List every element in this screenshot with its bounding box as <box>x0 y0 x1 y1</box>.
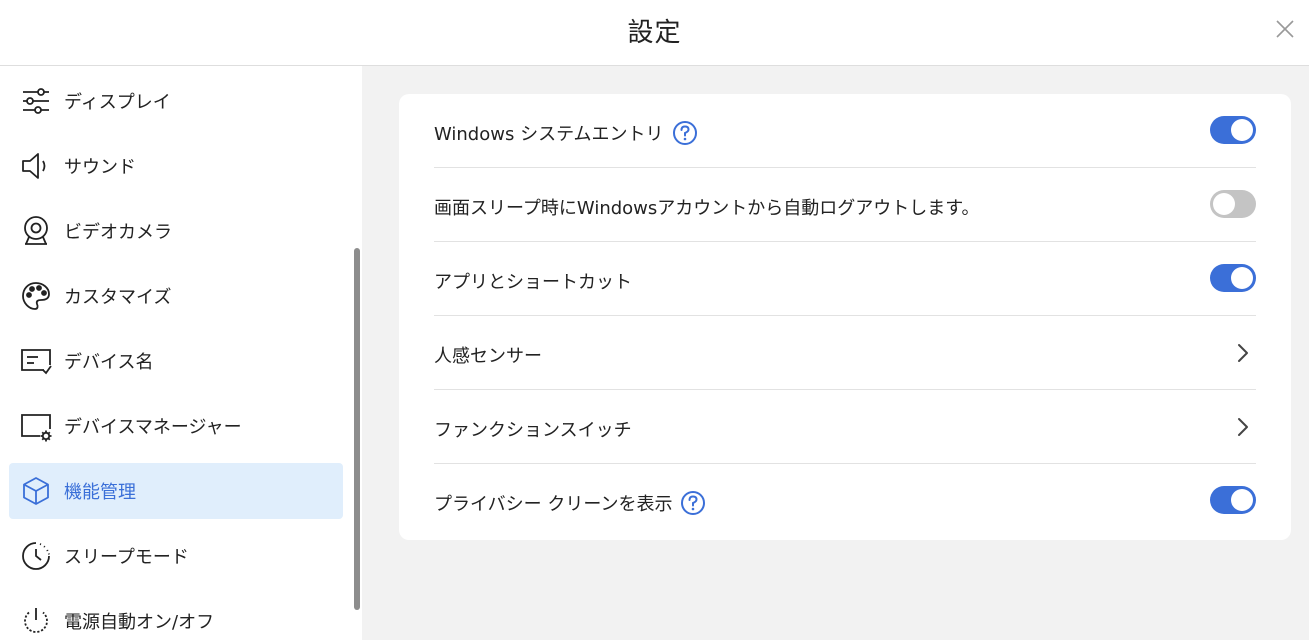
sidebar-item-label: デバイスマネージャー <box>64 417 242 438</box>
settings-card: Windows システムエントリ 画面スリープ時にWindowsアカウントから自… <box>399 94 1291 540</box>
toggle-knob <box>1231 119 1253 141</box>
close-icon[interactable] <box>1273 17 1297 41</box>
sidebar-item-customize[interactable]: カスタマイズ <box>9 268 343 324</box>
sidebar-item-device-name[interactable]: デバイス名 <box>9 333 343 389</box>
sidebar-item-feature-management[interactable]: 機能管理 <box>9 463 343 519</box>
setting-label-text: アプリとショートカット <box>434 272 632 293</box>
setting-label: プライバシー クリーンを表示 <box>434 490 706 516</box>
settings-window: 設定 ディスプレイ サウンド ビデオカメラ カスタマイズ デバイス名 デバイスマ… <box>0 0 1309 640</box>
setting-label-text: Windows システムエントリ <box>434 124 664 145</box>
sidebar-item-device-manager[interactable]: デバイスマネージャー <box>9 398 343 454</box>
power-icon <box>24 608 48 633</box>
device-manager-icon <box>21 414 52 442</box>
sidebar-item-camera[interactable]: ビデオカメラ <box>9 203 343 259</box>
setting-row-function-switch[interactable]: ファンクションスイッチ <box>434 390 1256 464</box>
help-icon[interactable] <box>672 120 698 146</box>
setting-row-auto-logout: 画面スリープ時にWindowsアカウントから自動ログアウトします。 <box>434 168 1256 242</box>
help-icon[interactable] <box>680 490 706 516</box>
sidebar-item-sound[interactable]: サウンド <box>9 138 343 194</box>
setting-label-text: 人感センサー <box>434 346 542 367</box>
sidebar-item-label: カスタマイズ <box>64 287 172 308</box>
toggle-switch[interactable] <box>1210 116 1256 144</box>
toggle-switch[interactable] <box>1210 190 1256 218</box>
palette-icon <box>22 282 50 310</box>
setting-label: Windows システムエントリ <box>434 120 698 146</box>
sidebar: ディスプレイ サウンド ビデオカメラ カスタマイズ デバイス名 デバイスマネージ… <box>0 66 362 640</box>
speaker-icon <box>22 153 46 179</box>
sidebar-item-sleep-mode[interactable]: スリープモード <box>9 528 343 584</box>
webcam-icon <box>24 216 48 245</box>
sidebar-item-label: デバイス名 <box>64 352 154 373</box>
sleep-clock-icon <box>22 542 50 570</box>
setting-label-text: 画面スリープ時にWindowsアカウントから自動ログアウトします。 <box>434 198 980 219</box>
sidebar-item-label: ディスプレイ <box>64 92 171 113</box>
sidebar-item-label: 機能管理 <box>64 482 136 503</box>
window-title: 設定 <box>627 18 682 48</box>
sidebar-item-label: スリープモード <box>64 547 189 568</box>
sidebar-item-auto-power[interactable]: 電源自動オン/オフ <box>9 593 343 640</box>
sliders-icon <box>23 88 49 114</box>
setting-row-privacy-screen: プライバシー クリーンを表示 <box>434 464 1256 538</box>
title-bar: 設定 <box>0 0 1309 66</box>
toggle-knob <box>1231 489 1253 511</box>
chevron-right-icon[interactable] <box>1236 342 1250 364</box>
toggle-switch[interactable] <box>1210 264 1256 292</box>
setting-row-presence-sensor[interactable]: 人感センサー <box>434 316 1256 390</box>
setting-row-apps-shortcuts: アプリとショートカット <box>434 242 1256 316</box>
sidebar-item-label: 電源自動オン/オフ <box>64 612 215 633</box>
sidebar-scrollbar[interactable] <box>354 248 360 610</box>
sidebar-item-display[interactable]: ディスプレイ <box>9 73 343 129</box>
setting-label-text: ファンクションスイッチ <box>434 420 632 441</box>
setting-row-windows-system-entry: Windows システムエントリ <box>434 94 1256 168</box>
chevron-right-icon[interactable] <box>1236 416 1250 438</box>
setting-label-text: プライバシー クリーンを表示 <box>434 494 673 515</box>
toggle-switch[interactable] <box>1210 486 1256 514</box>
device-name-icon <box>21 349 52 375</box>
toggle-knob <box>1231 267 1253 289</box>
sidebar-item-label: ビデオカメラ <box>64 222 172 243</box>
sidebar-item-label: サウンド <box>64 157 136 178</box>
cube-icon <box>23 477 49 505</box>
toggle-knob <box>1213 193 1235 215</box>
